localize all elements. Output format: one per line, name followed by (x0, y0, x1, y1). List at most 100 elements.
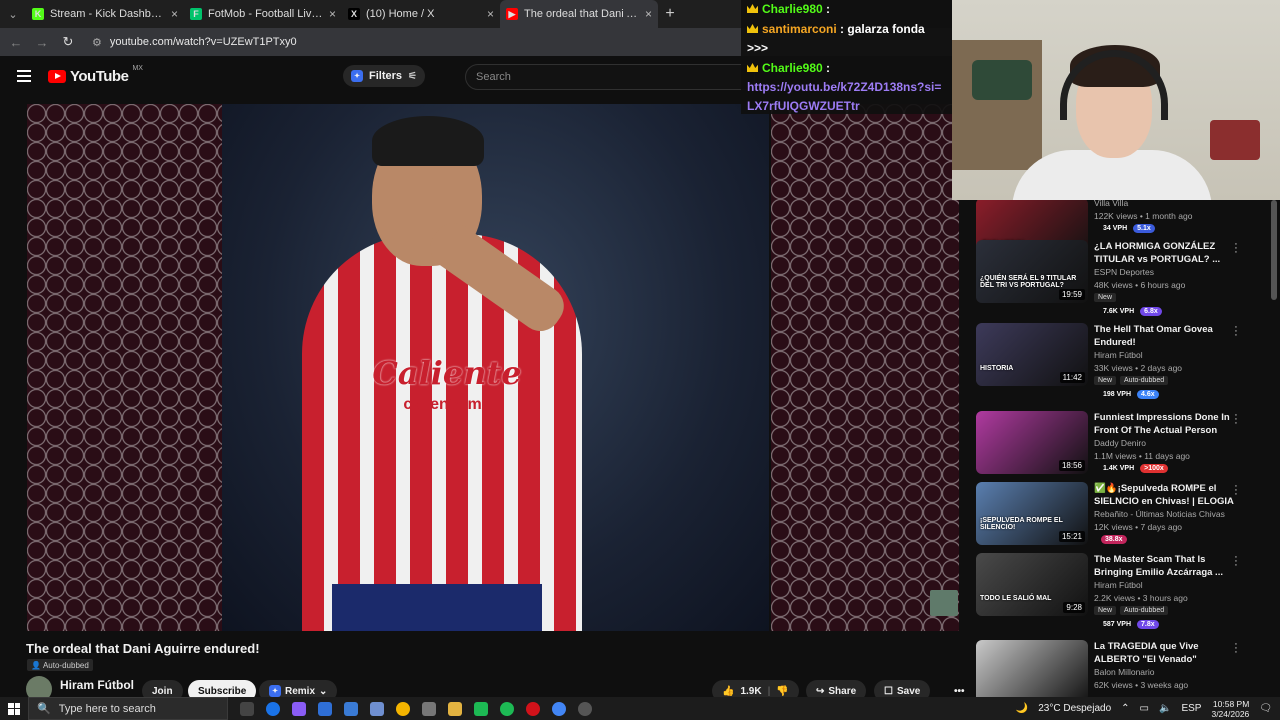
video-thumbnail[interactable]: 18:56 (976, 411, 1088, 474)
recommendation-channel[interactable]: Balon Millonario (1094, 667, 1154, 677)
obs-icon[interactable] (422, 701, 436, 716)
vscode-icon[interactable] (370, 701, 384, 716)
recommendation-title[interactable]: Funniest Impressions Done In Front Of Th… (1094, 411, 1234, 437)
tab-favicon-icon: K (32, 8, 44, 20)
more-options-icon[interactable]: · · · (1232, 239, 1240, 258)
search-input[interactable]: Search (465, 64, 755, 90)
more-options-icon[interactable]: · · · (1232, 639, 1240, 658)
recommendation-title[interactable]: ¿LA HORMIGA GONZÁLEZ TITULAR vs PORTUGAL… (1094, 240, 1234, 266)
chat-username[interactable]: santimarconi (762, 22, 837, 36)
file-explorer-icon[interactable] (448, 701, 462, 716)
menu-icon[interactable] (17, 70, 31, 82)
chat-username[interactable]: Charlie980 (762, 61, 823, 75)
more-options-icon[interactable]: · · · (1232, 481, 1240, 500)
spotify-icon[interactable] (500, 701, 514, 716)
edge-icon[interactable] (266, 701, 280, 716)
channel-name[interactable]: Hiram Fútbol (60, 678, 134, 692)
thumbs-down-icon[interactable]: 👎 (776, 686, 788, 697)
close-tab-icon[interactable]: × (645, 7, 652, 21)
recommendation-item[interactable]: ¿QUIÉN SERÁ EL 9 TITULAR DEL TRI VS PORT… (976, 239, 1256, 316)
opera-icon[interactable] (526, 701, 540, 716)
recommendation-meta: 48K views • 6 hours ago (1094, 280, 1186, 290)
tab-title: FotMob - Football Live Scores (208, 8, 323, 20)
more-options-icon[interactable]: · · · (1232, 322, 1240, 341)
recommendation-channel[interactable]: Villa Villa (1094, 200, 1128, 208)
chat-username[interactable]: Charlie980 (762, 2, 823, 16)
filters-button[interactable]: ✦ Filters ⚟ (343, 65, 425, 87)
task-view-icon[interactable] (240, 701, 254, 716)
volume-icon[interactable]: 🔈 (1159, 703, 1171, 714)
reload-icon[interactable]: ↻ (60, 34, 76, 50)
youtube-logo[interactable]: YouTube MX (48, 65, 143, 85)
player-shorts (332, 584, 542, 631)
recommendation-channel[interactable]: Daddy Deniro (1094, 438, 1146, 448)
site-info-icon[interactable]: ⚙ (92, 36, 102, 49)
close-tab-icon[interactable]: × (329, 7, 336, 21)
close-tab-icon[interactable]: × (487, 7, 494, 21)
dub-icon: 👤 (31, 660, 41, 670)
recommendation-title[interactable]: La TRAGEDIA que Vive ALBERTO "El Venado"… (1094, 640, 1234, 666)
forward-icon[interactable]: → (34, 35, 50, 50)
new-badge: New (1094, 293, 1117, 302)
vph-stat: 1.4K VPH (1103, 465, 1135, 472)
close-tab-icon[interactable]: × (171, 7, 178, 21)
obs-studio-icon[interactable] (578, 701, 592, 716)
video-thumbnail[interactable]: ¿QUIÉN SERÁ EL 9 TITULAR DEL TRI VS PORT… (976, 240, 1088, 303)
stream-chat-overlay: Charlie980 : santimarconi : galarza fonda… (741, 0, 952, 114)
recommendation-title[interactable]: ✅🔥¡Sepulveda ROMPE el SIELNCIO en Chivas… (1094, 482, 1234, 508)
outlier-multiplier: 38.8x (1101, 535, 1127, 544)
more-options-icon[interactable]: · · · (1232, 410, 1240, 429)
player-hair (372, 116, 484, 166)
mail-icon[interactable] (318, 701, 332, 716)
taskbar-search-placeholder: Type here to search (58, 702, 156, 715)
video-thumbnail[interactable] (976, 640, 1088, 697)
more-options-icon[interactable]: · · · (1232, 552, 1240, 571)
recommendation-channel[interactable]: Rebañito - Últimas Noticias Chivas (1094, 509, 1225, 519)
streamer-mini-thumbnail (930, 590, 958, 616)
browser-tab[interactable]: K Stream - Kick Dashboard × (26, 0, 184, 28)
recommendation-item[interactable]: La TRAGEDIA que Vive ALBERTO "El Venado"… (976, 639, 1256, 697)
chrome-icon[interactable] (552, 701, 566, 716)
auto-dubbed-badge: Auto-dubbed (1120, 606, 1169, 615)
recommendation-item[interactable]: ¡SEPULVEDA ROMPE EL SILENCIO! 15:21 ✅🔥¡S… (976, 481, 1256, 550)
url-field[interactable]: ⚙ youtube.com/watch?v=UZEwT1PTxy0 (92, 36, 297, 49)
copilot-icon[interactable] (292, 701, 306, 716)
recommendation-item[interactable]: TODO LE SALIÓ MAL 9:28 The Master Scam T… (976, 552, 1256, 629)
language-indicator[interactable]: ESP (1181, 703, 1201, 714)
chat-link[interactable]: https://youtu.be/k72Z4D138ns?si=LX7rfUIQ… (747, 80, 941, 113)
recommendation-item[interactable]: 18:56 Funniest Impressions Done In Front… (976, 410, 1256, 479)
recommendation-channel[interactable]: ESPN Deportes (1094, 267, 1154, 277)
browser-tab[interactable]: F FotMob - Football Live Scores × (184, 0, 342, 28)
chat-separator: : (836, 22, 845, 36)
sidebar-scrollbar[interactable] (1271, 200, 1277, 300)
start-button[interactable] (0, 697, 28, 720)
clock-time: 10:58 PM (1212, 698, 1250, 709)
video-thumbnail[interactable]: TODO LE SALIÓ MAL 9:28 (976, 553, 1088, 616)
taskbar-search[interactable]: 🔍 Type here to search (28, 697, 228, 720)
video-thumbnail[interactable]: HISTORIA 11:42 (976, 323, 1088, 386)
tab-search-chevron-icon[interactable]: ⌄ (0, 0, 26, 28)
recommendation-title[interactable]: The Hell That Omar Govea Endured! (1094, 323, 1234, 349)
recommendation-item[interactable]: HISTORIA 11:42 The Hell That Omar Govea … (976, 322, 1256, 399)
chevron-down-icon: ⌄ (319, 685, 328, 697)
recommendation-meta: 122K views • 1 month ago (1094, 211, 1193, 221)
chat-message: Charlie980 : https://youtu.be/k72Z4D138ns… (747, 59, 946, 116)
recommendations-sidebar: ¡EXCLUSIVA! 14:17 Villa Villa122K views … (976, 200, 1271, 697)
video-player[interactable]: Caliente caliente.mx (27, 104, 769, 631)
recommendation-title[interactable]: The Master Scam That Is Bringing Emilio … (1094, 553, 1234, 579)
video-thumbnail[interactable]: ¡SEPULVEDA ROMPE EL SILENCIO! 15:21 (976, 482, 1088, 545)
chrome-canary-icon[interactable] (396, 701, 410, 716)
browser-tab[interactable]: ▶ The ordeal that Dani Aguirre × (500, 0, 658, 28)
weather-text[interactable]: 23°C Despejado (1038, 703, 1111, 714)
back-icon[interactable]: ← (8, 35, 24, 50)
browser-tab[interactable]: X (10) Home / X × (342, 0, 500, 28)
new-tab-button[interactable]: + (658, 5, 682, 23)
phone-link-icon[interactable] (474, 701, 488, 716)
network-icon[interactable]: ▭ (1140, 703, 1149, 714)
clock[interactable]: 10:58 PM 3/24/2026 (1211, 699, 1249, 719)
recommendation-channel[interactable]: Hiram Fútbol (1094, 580, 1143, 590)
notifications-icon[interactable]: 🗨 (1259, 703, 1272, 714)
recommendation-channel[interactable]: Hiram Fútbol (1094, 350, 1143, 360)
chevron-up-icon[interactable]: ⌃ (1121, 703, 1129, 714)
store-icon[interactable] (344, 701, 358, 716)
